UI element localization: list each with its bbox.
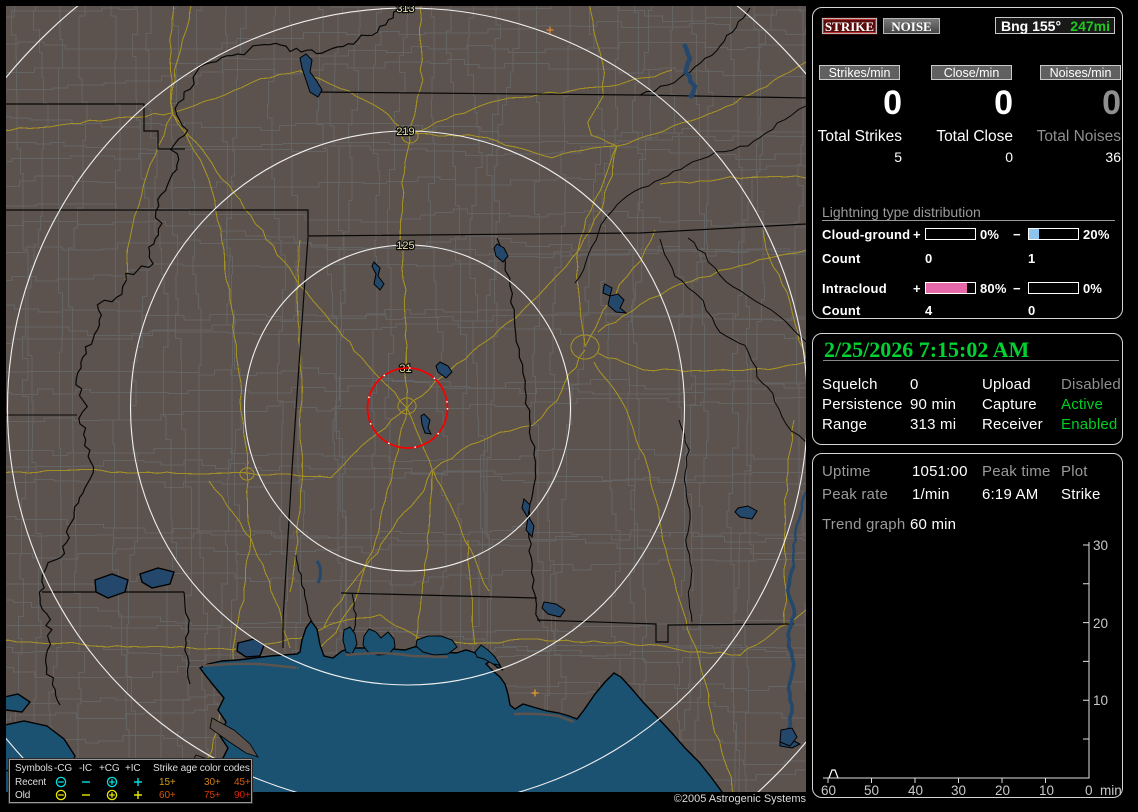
svg-text:30: 30 [1093, 538, 1108, 553]
svg-text:125: 125 [396, 240, 414, 252]
svg-text:10: 10 [1093, 693, 1108, 708]
svg-text:30: 30 [951, 783, 966, 798]
svg-text:min: min [1100, 783, 1122, 798]
svg-text:313: 313 [396, 6, 414, 15]
svg-text:50: 50 [864, 783, 879, 798]
svg-text:20: 20 [1093, 616, 1108, 631]
svg-text:40: 40 [908, 783, 923, 798]
svg-text:0: 0 [1085, 783, 1093, 798]
svg-text:60: 60 [821, 783, 836, 798]
svg-text:219: 219 [396, 126, 414, 138]
svg-text:20: 20 [995, 783, 1010, 798]
svg-text:10: 10 [1039, 783, 1054, 798]
